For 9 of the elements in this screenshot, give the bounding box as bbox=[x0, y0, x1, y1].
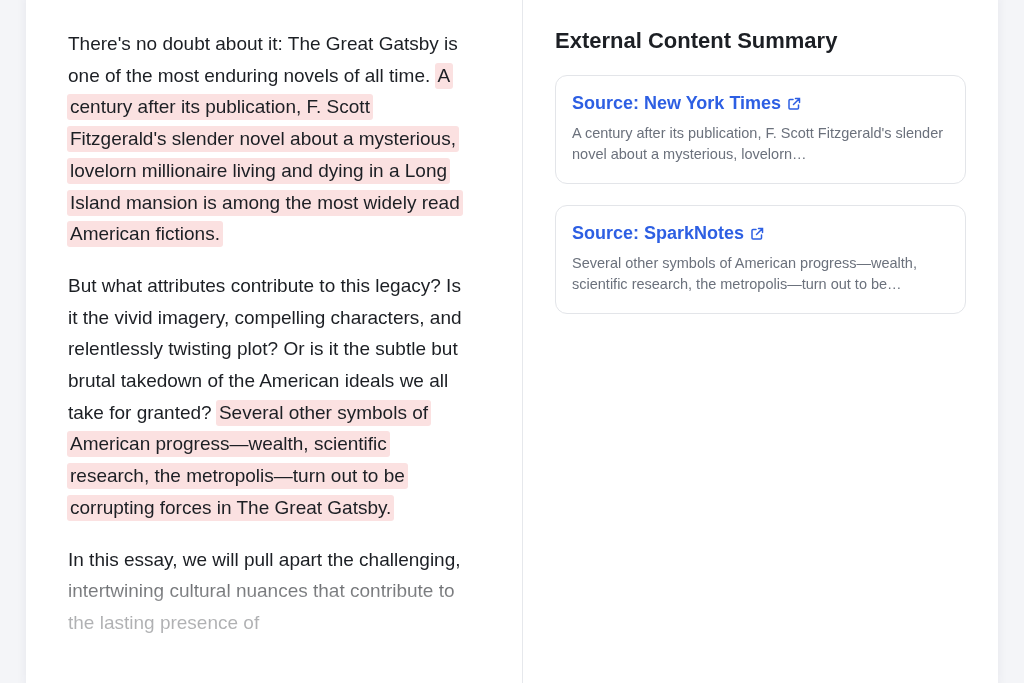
external-link-icon bbox=[787, 96, 802, 111]
source-link[interactable]: Source: New York Times bbox=[572, 93, 802, 114]
source-excerpt: A century after its publication, F. Scott Fitzgerald's slender novel about a mysterious, lovelorn… bbox=[572, 124, 945, 164]
source-link[interactable]: Source: SparkNotes bbox=[572, 223, 765, 244]
essay-paragraph: But what attributes contribute to this legacy? Is it the vivid imagery, compelling characters, and relentlessly twisting plot? Or is it the subtle but brutal takedown of the American ideals we all take for granted? Several other symbols of American progress—wealth, scientific research, the metropolis—turn out to be corrupting forces in The Great Gatsby. bbox=[68, 269, 470, 524]
external-link-icon bbox=[750, 226, 765, 241]
essay-paragraph: In this essay, we will pull apart the challenging, intertwining cultural nuances that contribute to the lasting presence of bbox=[68, 547, 462, 635]
source-excerpt: Several other symbols of American progress—wealth, scientific research, the metropolis—turn out to be… bbox=[572, 254, 918, 294]
panel-title: External Content Summary bbox=[555, 28, 839, 54]
